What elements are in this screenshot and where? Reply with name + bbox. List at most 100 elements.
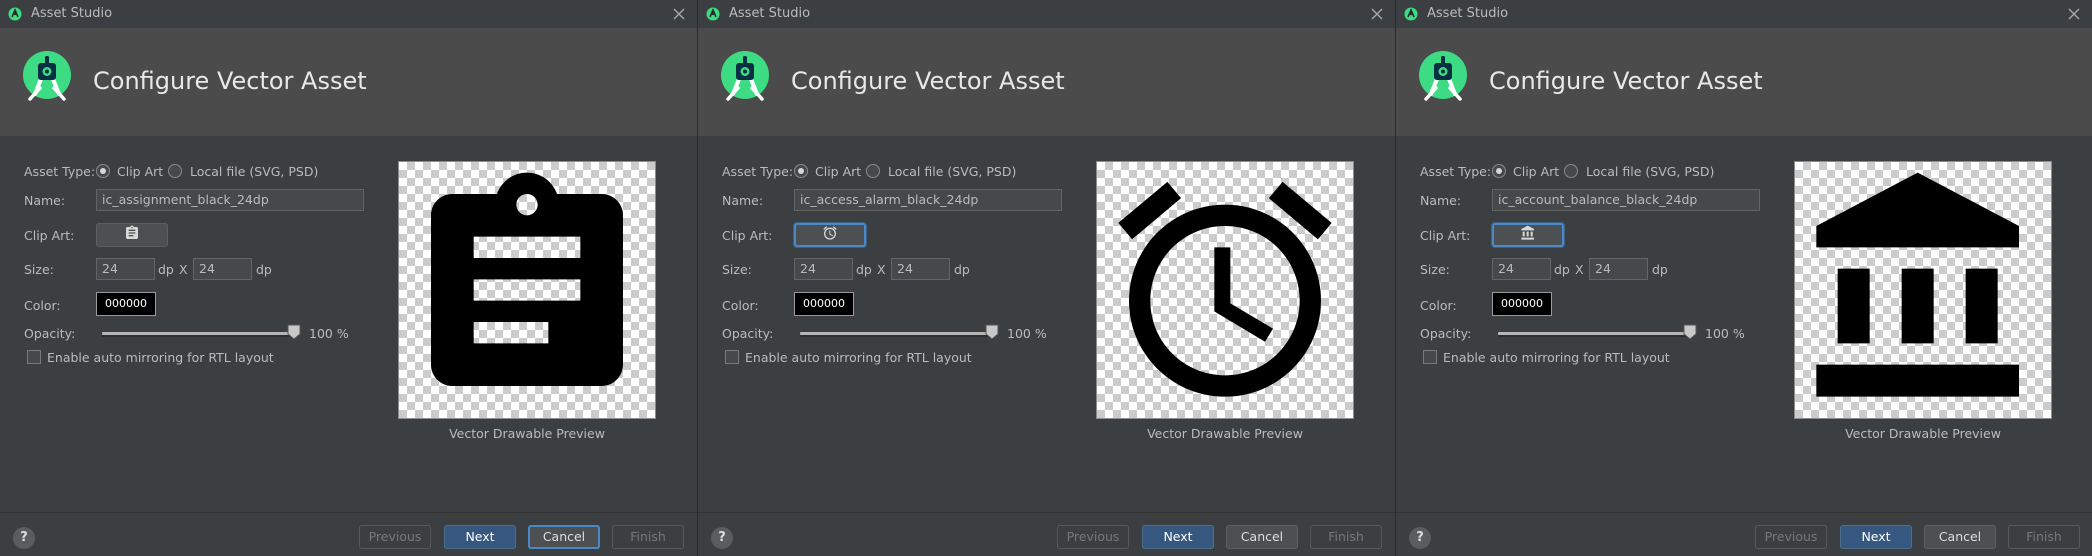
close-icon [673,8,685,20]
width-input[interactable]: 24 [794,258,853,280]
close-window-button[interactable] [1367,4,1387,24]
radio-clip-art[interactable] [1492,164,1506,178]
clip-art-button[interactable] [794,223,866,247]
rtl-mirroring-checkbox[interactable] [27,350,41,364]
radio-local-file[interactable] [1564,164,1578,178]
name-label: Name: [722,193,764,208]
height-input[interactable]: 24 [193,258,252,280]
next-button[interactable]: Next [444,525,516,549]
radio-clip-art-label[interactable]: Clip Art [1513,165,1559,179]
opacity-slider[interactable] [102,332,294,337]
name-input[interactable]: ic_assignment_black_24dp [96,189,364,211]
next-button[interactable]: Next [1840,525,1912,549]
cancel-button[interactable]: Cancel [1226,525,1298,549]
clip-art-button[interactable] [1492,223,1564,247]
wizard-title: Configure Vector Asset [791,67,1065,95]
opacity-value: 100 % [309,326,349,341]
title-bar: Asset Studio [698,0,1395,28]
rtl-mirroring-label[interactable]: Enable auto mirroring for RTL layout [47,351,274,365]
radio-clip-art-label[interactable]: Clip Art [117,165,163,179]
opacity-slider-thumb[interactable] [1683,324,1697,340]
radio-local-file-label[interactable]: Local file (SVG, PSD) [190,165,318,179]
clip-art-button-icon [1520,225,1536,245]
name-input[interactable]: ic_access_alarm_black_24dp [794,189,1062,211]
color-swatch[interactable]: 000000 [96,292,156,316]
radio-local-file[interactable] [168,164,182,178]
alarm-icon [823,226,837,240]
opacity-label: Opacity: [24,326,76,341]
account-balance-icon [1521,225,1534,240]
finish-button[interactable]: Finish [2008,525,2080,549]
opacity-slider-thumb[interactable] [287,324,301,340]
clip-art-button-icon [822,225,838,245]
close-window-button[interactable] [669,4,689,24]
asset-studio-window-2: Asset Studio Configure Vector Asset Asse… [697,0,1395,556]
width-unit: dp [158,262,174,277]
preview-caption: Vector Drawable Preview [449,426,605,441]
clip-art-button-icon [124,225,140,245]
previous-button[interactable]: Previous [359,525,431,549]
help-button[interactable]: ? [711,527,733,549]
height-unit: dp [1652,262,1668,277]
finish-button[interactable]: Finish [1310,525,1382,549]
rtl-mirroring-label[interactable]: Enable auto mirroring for RTL layout [1443,351,1670,365]
color-swatch[interactable]: 000000 [1492,292,1552,316]
preview-alarm-icon [1118,181,1332,397]
size-label: Size: [722,262,752,277]
assignment-icon [126,225,138,239]
width-input[interactable]: 24 [96,258,155,280]
radio-clip-art-label[interactable]: Clip Art [815,165,861,179]
previous-button[interactable]: Previous [1057,525,1129,549]
color-swatch[interactable]: 000000 [794,292,854,316]
radio-clip-art[interactable] [794,164,808,178]
name-input[interactable]: ic_account_balance_black_24dp [1492,189,1760,211]
finish-button[interactable]: Finish [612,525,684,549]
asset-studio-window-1: Asset Studio Configure Vector Asset Asse… [0,0,697,556]
close-window-button[interactable] [2064,4,2084,24]
rtl-mirroring-label[interactable]: Enable auto mirroring for RTL layout [745,351,972,365]
radio-local-file-label[interactable]: Local file (SVG, PSD) [1586,165,1714,179]
asset-studio-screenshots: Asset Studio Configure Vector Asset Asse… [0,0,2092,556]
wizard-title: Configure Vector Asset [1489,67,1763,95]
width-unit: dp [1554,262,1570,277]
wizard-footer: ? Previous Next Cancel Finish [1396,512,2092,556]
next-button[interactable]: Next [1142,525,1214,549]
android-studio-icon [1404,7,1418,21]
wizard-header: Configure Vector Asset [698,28,1395,136]
preview-caption: Vector Drawable Preview [1147,426,1303,441]
cancel-button[interactable]: Cancel [528,525,600,549]
previous-button[interactable]: Previous [1755,525,1827,549]
size-separator: X [1575,262,1584,277]
rtl-mirroring-checkbox[interactable] [1423,350,1437,364]
size-label: Size: [1420,262,1450,277]
help-button[interactable]: ? [1409,527,1431,549]
clip-art-label: Clip Art: [24,228,75,243]
opacity-slider[interactable] [1498,332,1690,337]
radio-local-file-label[interactable]: Local file (SVG, PSD) [888,165,1016,179]
title-bar: Asset Studio [0,0,697,28]
android-studio-icon [8,7,22,21]
cancel-button[interactable]: Cancel [1924,525,1996,549]
android-studio-logo [721,51,769,101]
wizard-header: Configure Vector Asset [1396,28,2092,136]
android-studio-logo [23,51,71,101]
opacity-slider[interactable] [800,332,992,337]
clip-art-label: Clip Art: [722,228,773,243]
size-separator: X [877,262,886,277]
wizard-footer: ? Previous Next Cancel Finish [698,512,1395,556]
radio-local-file[interactable] [866,164,880,178]
height-input[interactable]: 24 [891,258,950,280]
clip-art-button[interactable] [96,223,168,247]
help-button[interactable]: ? [13,527,35,549]
radio-clip-art[interactable] [96,164,110,178]
opacity-label: Opacity: [722,326,774,341]
asset-type-label: Asset Type: [722,164,794,179]
rtl-mirroring-checkbox[interactable] [725,350,739,364]
opacity-label: Opacity: [1420,326,1472,341]
color-label: Color: [1420,298,1457,313]
opacity-slider-thumb[interactable] [985,324,999,340]
height-input[interactable]: 24 [1589,258,1648,280]
android-studio-logo [1419,51,1467,101]
width-input[interactable]: 24 [1492,258,1551,280]
name-label: Name: [1420,193,1462,208]
